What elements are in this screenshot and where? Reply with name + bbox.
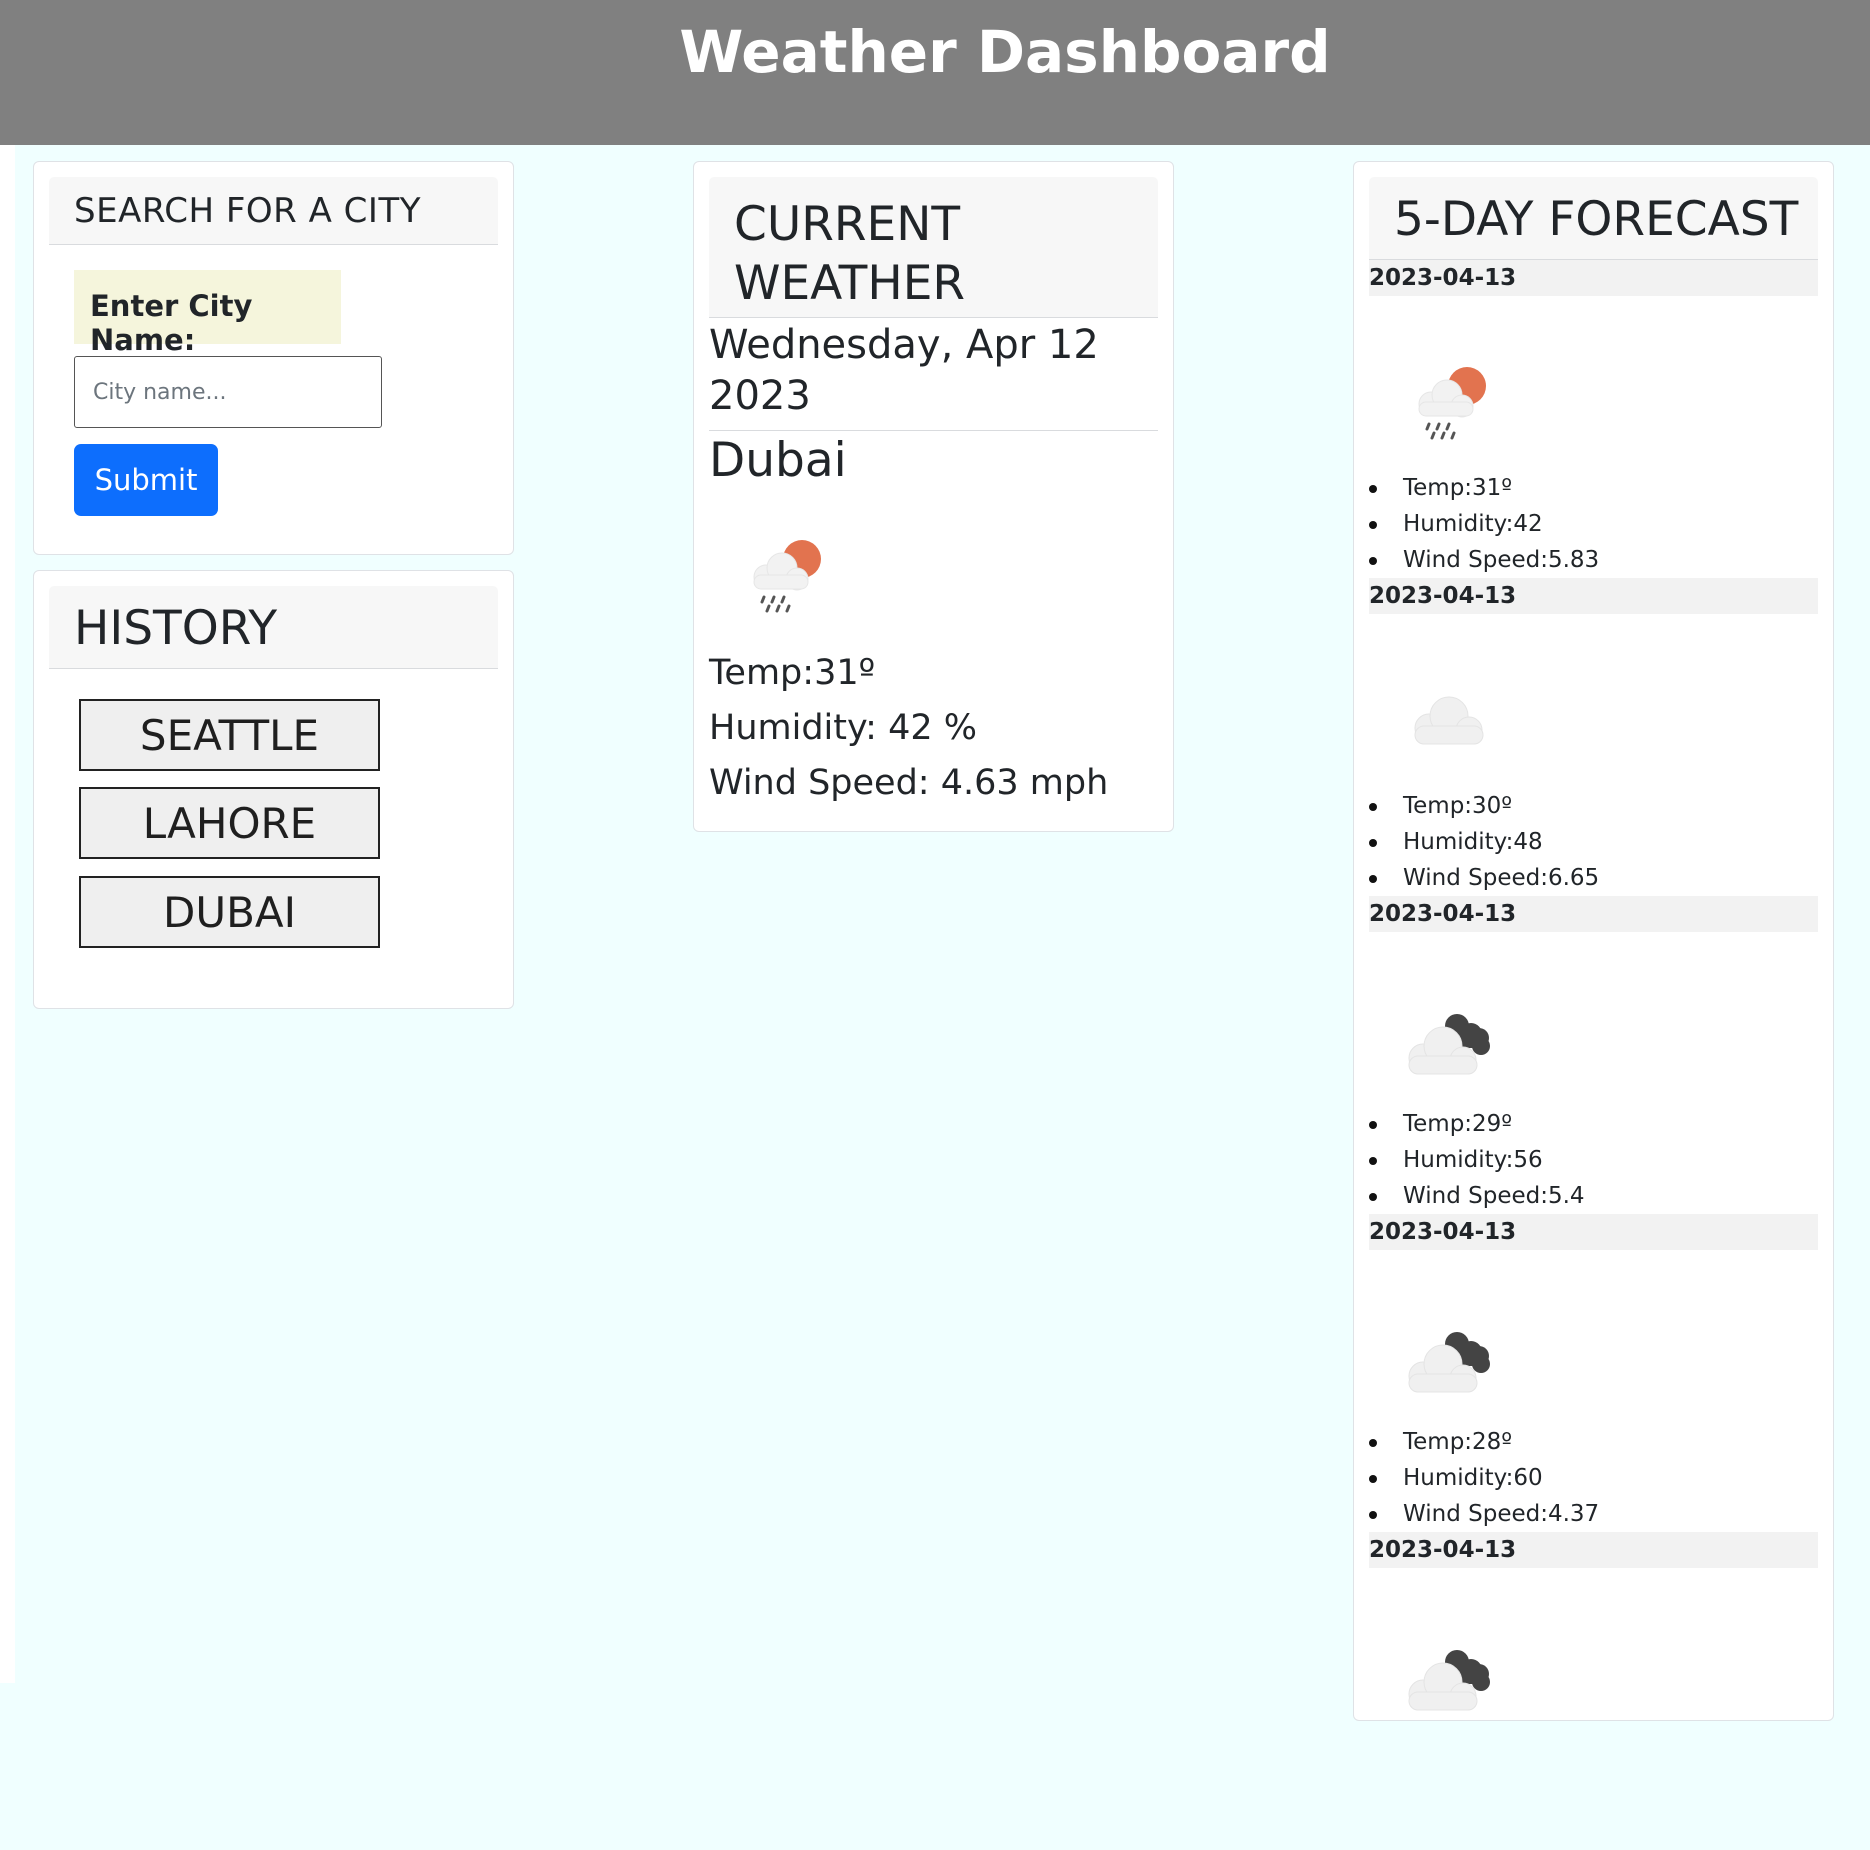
light-rain-sun-icon [753, 540, 821, 613]
forecast-date: 2023-04-13 [1369, 578, 1818, 614]
history-card-header: HISTORY [49, 586, 498, 669]
broken-clouds-icon [1408, 1332, 1490, 1393]
divider [709, 430, 1158, 431]
forecast-wind-speed: Wind Speed:4.37 [1369, 1496, 1599, 1532]
forecast-details: Temp:28º Humidity:60 Wind Speed:4.37 [1369, 1424, 1599, 1532]
current-weather-header: CURRENT WEATHER [709, 177, 1158, 318]
current-weather-title: CURRENT WEATHER [734, 197, 966, 311]
broken-clouds-icon [1408, 1014, 1490, 1075]
forecast-details: Temp:31º Humidity:42 Wind Speed:5.83 [1369, 470, 1599, 578]
forecast-temp: Temp:29º [1369, 1106, 1585, 1142]
app-header: Weather Dashboard [0, 0, 1870, 145]
forecast-date: 2023-04-13 [1369, 896, 1818, 932]
history-card-title: HISTORY [74, 601, 278, 656]
cloud-icon [1414, 696, 1484, 745]
forecast-day: 2023-04-13 Temp:30º Humidity:48 Wind Spe… [1369, 578, 1818, 896]
forecast-day: 2023-04-13 Temp:29º Humidity:56 Wind Spe… [1369, 896, 1818, 1214]
history-city-button[interactable]: SEATTLE [79, 699, 380, 771]
history-card: HISTORY SEATTLE LAHORE DUBAI [33, 570, 514, 1009]
search-card-title: SEARCH FOR A CITY [74, 191, 421, 231]
forecast-card-title: 5-DAY FORECAST [1394, 192, 1799, 247]
broken-clouds-icon [1408, 1650, 1490, 1711]
current-wind-speed: Wind Speed: 4.63 mph [709, 763, 1109, 803]
city-name-label: Enter City Name: [74, 270, 341, 357]
history-city-button[interactable]: DUBAI [79, 876, 380, 948]
current-city: Dubai [709, 433, 847, 488]
current-weather-card: CURRENT WEATHER Wednesday, Apr 12 2023 D… [693, 161, 1174, 832]
forecast-humidity: Humidity:42 [1369, 506, 1599, 542]
forecast-humidity: Humidity:60 [1369, 1460, 1599, 1496]
submit-button[interactable]: Submit [74, 444, 218, 516]
current-humidity: Humidity: 42 % [709, 708, 977, 748]
forecast-wind-speed: Wind Speed:6.65 [1369, 860, 1599, 896]
forecast-day: 2023-04-13 [1369, 1532, 1818, 1850]
forecast-temp: Temp:30º [1369, 788, 1599, 824]
left-margin [0, 145, 15, 1683]
forecast-date: 2023-04-13 [1369, 1214, 1818, 1250]
current-date: Wednesday, Apr 12 2023 [709, 322, 1099, 419]
light-rain-sun-icon [1418, 367, 1486, 440]
search-card: SEARCH FOR A CITY Enter City Name: Submi… [33, 161, 514, 555]
forecast-card: 5-DAY FORECAST 2023-04-13 Temp:31º Humid… [1353, 161, 1834, 1721]
forecast-temp: Temp:31º [1369, 470, 1599, 506]
forecast-temp: Temp:28º [1369, 1424, 1599, 1460]
forecast-card-header: 5-DAY FORECAST [1369, 177, 1818, 260]
forecast-details: Temp:29º Humidity:56 Wind Speed:5.4 [1369, 1106, 1585, 1214]
forecast-wind-speed: Wind Speed:5.83 [1369, 542, 1599, 578]
search-card-header: SEARCH FOR A CITY [49, 177, 498, 245]
forecast-day: 2023-04-13 Temp:31º Humidity:42 Wind Spe… [1369, 260, 1818, 578]
city-search-input[interactable] [74, 356, 382, 428]
page-title: Weather Dashboard [679, 18, 1331, 86]
forecast-date: 2023-04-13 [1369, 1532, 1818, 1568]
forecast-details: Temp:30º Humidity:48 Wind Speed:6.65 [1369, 788, 1599, 896]
forecast-date: 2023-04-13 [1369, 260, 1818, 296]
history-city-button[interactable]: LAHORE [79, 787, 380, 859]
forecast-humidity: Humidity:48 [1369, 824, 1599, 860]
current-temp: Temp:31º [709, 653, 876, 693]
forecast-day: 2023-04-13 Temp:28º Humidity:60 Wind Spe… [1369, 1214, 1818, 1532]
forecast-humidity: Humidity:56 [1369, 1142, 1585, 1178]
forecast-wind-speed: Wind Speed:5.4 [1369, 1178, 1585, 1214]
